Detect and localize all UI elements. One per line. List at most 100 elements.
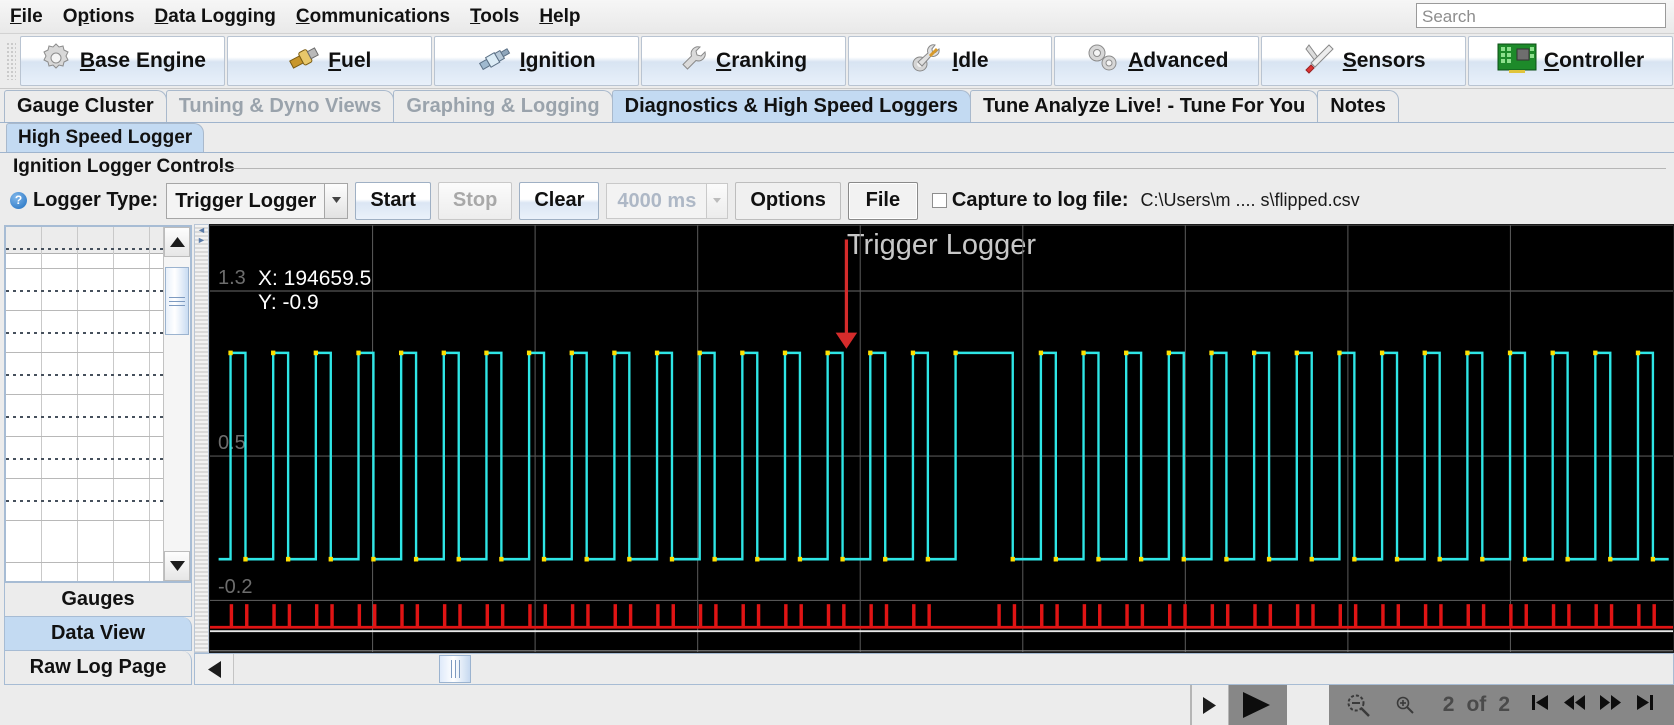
chart-row: ◄ ► Trigger Logger X: 194659.5 Y: -0.9 1… xyxy=(194,224,1674,653)
hscroll-left-icon[interactable] xyxy=(195,654,234,684)
data-grid-dotted-separators xyxy=(6,227,163,581)
gear-icon xyxy=(39,41,73,81)
search-input[interactable]: Search xyxy=(1416,3,1666,28)
chart-vertical-scrollbar[interactable]: ◄ ► xyxy=(194,224,209,653)
chart-scroll-up-icon[interactable]: ◄ xyxy=(197,225,206,235)
data-grid[interactable] xyxy=(6,227,163,581)
help-icon[interactable]: ? xyxy=(10,192,27,209)
zoom-in-icon[interactable] xyxy=(1385,695,1425,715)
prev-page-icon[interactable] xyxy=(1564,694,1586,716)
tab-gauge-cluster[interactable]: Gauge Cluster xyxy=(4,90,167,122)
stop-button: Stop xyxy=(438,182,512,220)
logger-controls-bar: ? Logger Type: Trigger Logger Start Stop… xyxy=(4,180,1670,224)
menu-file[interactable]: File xyxy=(1,4,52,30)
main-tab-bar: Gauge Cluster Tuning & Dyno Views Graphi… xyxy=(0,89,1674,123)
first-page-icon[interactable] xyxy=(1532,694,1550,716)
play-icon[interactable] xyxy=(1229,685,1287,725)
toolbar-button-controller[interactable]: Controller xyxy=(1468,36,1673,86)
hscroll-track[interactable] xyxy=(234,654,1673,684)
page-current: 2 xyxy=(1443,693,1455,717)
scroll-thumb[interactable] xyxy=(165,267,189,335)
toolbar-label-base-engine: Base Engine xyxy=(80,49,206,73)
chart-plot xyxy=(210,225,1673,652)
scroll-down-icon[interactable] xyxy=(164,551,190,581)
chart-canvas[interactable]: Trigger Logger X: 194659.5 Y: -0.9 1.3 0… xyxy=(209,224,1674,653)
logger-controls-group: Ignition Logger Controls ? Logger Type: … xyxy=(0,153,1674,224)
page-indicator: 2 of 2 xyxy=(1429,693,1524,717)
toolbar-button-sensors[interactable]: Sensors xyxy=(1261,36,1466,86)
sparkplug-icon xyxy=(477,43,513,79)
menu-communications[interactable]: Communications xyxy=(287,4,459,30)
toolbar-label-fuel: Fuel xyxy=(328,49,371,73)
chart-horizontal-scrollbar[interactable] xyxy=(194,653,1674,685)
content-split: Gauges Data View Raw Log Page ◄ ► Trigge… xyxy=(0,224,1674,685)
toolbar-label-cranking: Cranking xyxy=(716,49,807,73)
gears-wrench-icon xyxy=(911,42,945,80)
last-page-icon[interactable] xyxy=(1636,694,1654,716)
status-gap xyxy=(1287,685,1329,725)
toolbar-button-idle[interactable]: Idle xyxy=(848,36,1053,86)
toolbar-button-ignition[interactable]: Ignition xyxy=(434,36,639,86)
injector-icon xyxy=(287,43,321,79)
logger-type-value: Trigger Logger xyxy=(166,183,324,219)
options-button[interactable]: Options xyxy=(735,182,841,220)
capture-to-log-file-checkbox[interactable] xyxy=(932,193,947,208)
page-of-label: of xyxy=(1466,693,1486,717)
toolbar-label-ignition: Ignition xyxy=(520,49,596,73)
menu-options[interactable]: Options xyxy=(54,4,144,30)
toolbar-button-base-engine[interactable]: Base Engine xyxy=(20,36,225,86)
hscroll-thumb[interactable] xyxy=(439,655,471,683)
clear-button[interactable]: Clear xyxy=(519,182,599,220)
data-grid-vertical-scrollbar[interactable] xyxy=(163,227,190,581)
tab-graphing-logging[interactable]: Graphing & Logging xyxy=(393,90,612,122)
log-file-path: C:\Users\m .... s\flipped.csv xyxy=(1141,190,1360,211)
toolbar-label-sensors: Sensors xyxy=(1343,49,1426,73)
logger-type-label: Logger Type: xyxy=(33,189,158,212)
gears-icon xyxy=(1085,42,1121,80)
menu-bar: File Options Data Logging Communications… xyxy=(0,0,1674,34)
file-button[interactable]: File xyxy=(848,182,918,220)
zoom-out-icon[interactable] xyxy=(1335,692,1381,718)
scroll-up-icon[interactable] xyxy=(164,227,190,257)
scroll-track[interactable] xyxy=(164,257,190,551)
tools-icon xyxy=(1302,42,1336,80)
application-window: File Options Data Logging Communications… xyxy=(0,0,1674,725)
wrench-icon xyxy=(679,43,709,79)
menu-tools[interactable]: Tools xyxy=(461,4,528,30)
start-button[interactable]: Start xyxy=(355,182,431,220)
toolbar-grip[interactable] xyxy=(6,42,16,80)
page-navigation xyxy=(1528,694,1668,716)
sidebar-button-data-view[interactable]: Data View xyxy=(4,617,192,651)
sub-tab-bar: High Speed Logger xyxy=(0,123,1674,153)
group-title-row: Ignition Logger Controls xyxy=(4,155,1670,180)
status-zoom-tools: 2 of 2 xyxy=(1329,685,1674,725)
toolbar-button-advanced[interactable]: Advanced xyxy=(1054,36,1259,86)
chevron-down-icon xyxy=(324,183,348,219)
subtab-high-speed-logger[interactable]: High Speed Logger xyxy=(6,123,204,152)
hscroll-right-icon[interactable] xyxy=(1191,685,1229,725)
group-rule xyxy=(219,168,1666,169)
tab-notes[interactable]: Notes xyxy=(1317,90,1399,122)
menu-help[interactable]: Help xyxy=(530,4,589,30)
interval-spinner: 4000 ms xyxy=(606,183,728,219)
interval-value: 4000 ms xyxy=(606,183,706,219)
toolbar-label-advanced: Advanced xyxy=(1128,49,1228,73)
sidebar-button-raw-log-page[interactable]: Raw Log Page xyxy=(4,651,192,685)
logger-type-select[interactable]: Trigger Logger xyxy=(166,183,348,219)
data-view-table xyxy=(4,225,192,583)
chevron-down-icon-interval xyxy=(706,183,728,219)
left-pane: Gauges Data View Raw Log Page xyxy=(4,224,192,685)
toolbar-label-idle: Idle xyxy=(952,49,988,73)
status-bar: 2 of 2 xyxy=(0,685,1674,725)
chart-scroll-down-icon[interactable]: ► xyxy=(197,235,206,245)
sidebar-button-gauges[interactable]: Gauges xyxy=(4,583,192,617)
toolbar-button-cranking[interactable]: Cranking xyxy=(641,36,846,86)
chart-pane: ◄ ► Trigger Logger X: 194659.5 Y: -0.9 1… xyxy=(192,224,1674,685)
group-title: Ignition Logger Controls xyxy=(13,156,235,177)
tab-diagnostics-high-speed-loggers[interactable]: Diagnostics & High Speed Loggers xyxy=(612,90,971,122)
toolbar-button-fuel[interactable]: Fuel xyxy=(227,36,432,86)
next-page-icon[interactable] xyxy=(1600,694,1622,716)
tab-tune-analyze-live[interactable]: Tune Analyze Live! - Tune For You xyxy=(970,90,1318,122)
menu-data-logging[interactable]: Data Logging xyxy=(146,4,285,30)
tab-tuning-dyno-views[interactable]: Tuning & Dyno Views xyxy=(166,90,395,122)
